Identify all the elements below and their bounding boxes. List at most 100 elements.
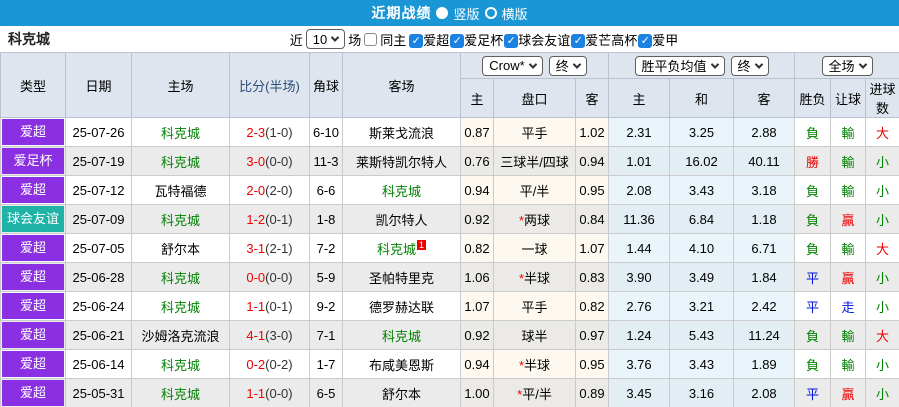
avg-away-cell: 40.11 bbox=[732, 146, 796, 176]
home-team-cell[interactable]: 科克城 bbox=[131, 349, 230, 379]
odds-away-cell: 0.89 bbox=[575, 378, 609, 407]
col-header-type: 类型 bbox=[0, 52, 66, 118]
checkbox-league-4[interactable]: ✓ bbox=[638, 34, 653, 49]
corner-cell: 5-9 bbox=[309, 262, 343, 292]
league-label-2[interactable]: 球会友谊 bbox=[518, 33, 570, 48]
sub-header-6: 胜负 bbox=[794, 78, 832, 118]
match-type-cell: 爱超 bbox=[0, 349, 66, 379]
date-cell: 25-07-05 bbox=[65, 233, 132, 263]
date-cell: 25-06-14 bbox=[65, 349, 132, 379]
sub-header-8: 进球数 bbox=[865, 78, 899, 118]
league-label-1[interactable]: 爱足杯 bbox=[464, 33, 503, 48]
mean-select-group: 胜平负均值 终 bbox=[607, 52, 796, 79]
match-type-cell: 爱超 bbox=[0, 320, 66, 350]
match-type-badge: 爱超 bbox=[2, 351, 64, 377]
avg-home-cell: 3.90 bbox=[608, 262, 670, 292]
recent-count-select[interactable]: 10 bbox=[305, 29, 346, 49]
home-team-cell[interactable]: 科克城 bbox=[131, 262, 230, 292]
handicap-result-cell: 輸 bbox=[830, 146, 867, 176]
away-team-cell[interactable]: 科克城 bbox=[342, 175, 461, 205]
league-label-3[interactable]: 爱芒高杯 bbox=[585, 33, 637, 48]
league-label-4[interactable]: 爱甲 bbox=[652, 33, 678, 48]
avg-home-cell: 11.36 bbox=[608, 204, 670, 234]
sub-header-3: 主 bbox=[608, 78, 670, 118]
home-team-cell[interactable]: 科克城 bbox=[131, 146, 230, 176]
home-team-cell[interactable]: 科克城 bbox=[131, 378, 230, 407]
date-cell: 25-06-21 bbox=[65, 320, 132, 350]
checkbox-league-0[interactable]: ✓ bbox=[409, 34, 424, 49]
league-label-0[interactable]: 爱超 bbox=[423, 33, 449, 48]
odds-company-select[interactable]: Crow* bbox=[482, 55, 543, 76]
match-type-badge: 爱足杯 bbox=[2, 148, 64, 174]
home-team-cell[interactable]: 舒尔本 bbox=[131, 233, 230, 263]
recent-results-panel: 近期战绩 竖版 横版 科克城 近 10 场 同主 ✓ 爱超 ✓ 爱足杯 ✓ 球会友谊 ✓ 爱芒… bbox=[0, 0, 899, 407]
matches-label: 场 bbox=[348, 32, 362, 48]
home-team-cell[interactable]: 瓦特福德 bbox=[131, 175, 230, 205]
col-header-date: 日期 bbox=[65, 52, 132, 118]
checkbox-same-home[interactable] bbox=[364, 32, 378, 46]
odds-home-cell: 0.94 bbox=[460, 349, 494, 379]
odds-home-cell: 0.92 bbox=[460, 204, 494, 234]
top-title-bar: 近期战绩 竖版 横版 bbox=[0, 0, 899, 26]
match-type-cell: 爱超 bbox=[0, 378, 66, 407]
avg-away-cell: 2.88 bbox=[732, 117, 796, 147]
odds-home-cell: 0.92 bbox=[460, 320, 494, 350]
col-header-home: 主场 bbox=[131, 52, 230, 118]
away-team-cell[interactable]: 布咸美恩斯 bbox=[342, 349, 461, 379]
odds-away-cell: 0.97 bbox=[575, 320, 609, 350]
handicap-result-cell: 贏 bbox=[830, 378, 867, 407]
avg-away-cell: 3.18 bbox=[732, 175, 796, 205]
handicap-result-cell: 輸 bbox=[830, 175, 867, 205]
same-home-label[interactable]: 同主 bbox=[380, 30, 406, 49]
checkbox-league-1[interactable]: ✓ bbox=[450, 34, 465, 49]
away-team-cell[interactable]: 凯尔特人 bbox=[342, 204, 461, 234]
home-team-cell[interactable]: 沙姆洛克流浪 bbox=[131, 320, 230, 350]
mean-state-select[interactable]: 终 bbox=[730, 55, 769, 76]
score-cell: 2-3(1-0) bbox=[229, 117, 310, 147]
avg-home-cell: 3.45 bbox=[608, 378, 670, 407]
score-cell: 4-1(3-0) bbox=[229, 320, 310, 350]
panel-title: 近期战绩 bbox=[371, 5, 432, 21]
filter-bar: 科克城 近 10 场 同主 ✓ 爱超 ✓ 爱足杯 ✓ 球会友谊 ✓ 爱芒高杯 ✓ 爱甲 bbox=[0, 26, 899, 52]
radio-horizontal-layout[interactable] bbox=[484, 7, 497, 19]
goals-result-cell: 大 bbox=[865, 117, 899, 147]
avg-draw-cell: 3.21 bbox=[669, 291, 734, 321]
home-team-cell[interactable]: 科克城 bbox=[131, 291, 230, 321]
odds-state-select[interactable]: 终 bbox=[548, 55, 587, 76]
radio-horizontal-label[interactable]: 横版 bbox=[502, 4, 528, 23]
checkbox-league-3[interactable]: ✓ bbox=[571, 34, 586, 49]
away-team-cell[interactable]: 科克城 bbox=[342, 320, 461, 350]
odds-home-cell: 1.07 bbox=[460, 291, 494, 321]
avg-away-cell: 6.71 bbox=[732, 233, 796, 263]
result-cell: 勝 bbox=[794, 146, 832, 176]
away-team-cell[interactable]: 德罗赫达联 bbox=[342, 291, 461, 321]
date-cell: 25-06-28 bbox=[65, 262, 132, 292]
scope-select-group: 全场 bbox=[794, 52, 899, 79]
checkbox-league-2[interactable]: ✓ bbox=[504, 34, 519, 49]
result-cell: 負 bbox=[794, 204, 832, 234]
mean-select[interactable]: 胜平负均值 bbox=[634, 55, 725, 76]
home-team-cell[interactable]: 科克城 bbox=[131, 204, 230, 234]
result-cell: 平 bbox=[794, 378, 832, 407]
match-type-badge: 爱超 bbox=[2, 380, 64, 406]
home-team-cell[interactable]: 科克城 bbox=[131, 117, 230, 147]
avg-draw-cell: 3.25 bbox=[669, 117, 734, 147]
away-team-cell[interactable]: 斯莱戈流浪 bbox=[342, 117, 461, 147]
radio-vertical-layout[interactable] bbox=[436, 7, 449, 19]
away-team-cell[interactable]: 科克城 1 bbox=[342, 233, 461, 263]
odds-home-cell: 0.87 bbox=[460, 117, 494, 147]
away-team-cell[interactable]: 莱斯特凯尔特人 bbox=[342, 146, 461, 176]
scope-select[interactable]: 全场 bbox=[821, 55, 873, 76]
avg-draw-cell: 3.16 bbox=[669, 378, 734, 407]
away-team-cell[interactable]: 圣帕特里克 bbox=[342, 262, 461, 292]
odds-away-cell: 0.83 bbox=[575, 262, 609, 292]
radio-vertical-label[interactable]: 竖版 bbox=[453, 4, 479, 23]
away-team-cell[interactable]: 舒尔本 bbox=[342, 378, 461, 407]
avg-draw-cell: 3.49 bbox=[669, 262, 734, 292]
corner-cell: 1-8 bbox=[309, 204, 343, 234]
odds-away-cell: 0.95 bbox=[575, 349, 609, 379]
handicap-cell: 平/半 bbox=[493, 175, 576, 205]
handicap-cell: *半球 bbox=[493, 349, 576, 379]
handicap-result-cell: 贏 bbox=[830, 262, 867, 292]
date-cell: 25-06-24 bbox=[65, 291, 132, 321]
